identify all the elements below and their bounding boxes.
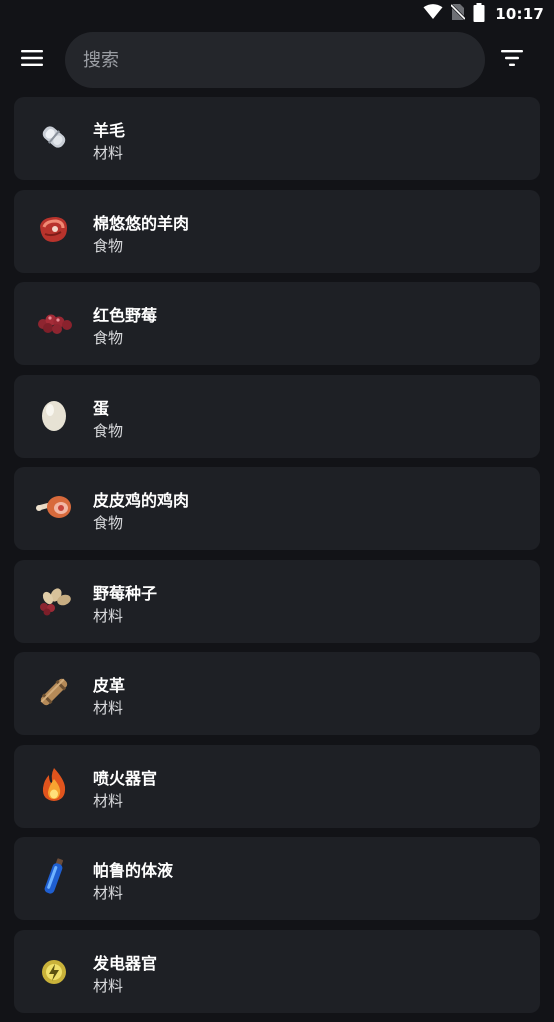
list-item[interactable]: 发电器官 材料 bbox=[14, 929, 540, 1013]
status-icons: 10:17 bbox=[423, 2, 544, 26]
electric-organ-icon bbox=[34, 950, 74, 990]
hamburger-menu-icon bbox=[21, 50, 43, 70]
item-name: 皮革 bbox=[93, 676, 126, 695]
item-category: 材料 bbox=[93, 699, 124, 717]
no-sim-icon bbox=[450, 3, 467, 25]
egg-icon bbox=[34, 395, 74, 435]
item-list: 羊毛 材料 棉悠悠的羊肉 食物 红色野莓 食物 蛋 食物 皮皮鸡的鸡肉 食物 野… bbox=[14, 97, 540, 1022]
item-name: 棉悠悠的羊肉 bbox=[93, 213, 190, 233]
status-bar: 10:17 bbox=[0, 0, 554, 28]
list-item[interactable]: 蛋 食物 bbox=[14, 374, 540, 458]
item-category: 材料 bbox=[93, 791, 124, 810]
list-item[interactable]: 帕鲁的体液 材料 bbox=[14, 837, 540, 920]
red-berries-icon bbox=[34, 302, 74, 342]
item-name: 帕鲁的体液 bbox=[93, 861, 174, 880]
mutton-icon bbox=[34, 210, 74, 250]
list-item[interactable]: 红色野莓 食物 bbox=[14, 282, 540, 365]
battery-icon bbox=[473, 2, 485, 26]
list-item[interactable]: 棉悠悠的羊肉 食物 bbox=[14, 189, 540, 273]
chicken-meat-icon bbox=[34, 487, 74, 527]
filter-button[interactable] bbox=[496, 46, 528, 74]
item-category: 材料 bbox=[93, 144, 124, 162]
menu-button[interactable] bbox=[16, 46, 48, 74]
list-item[interactable]: 喷火器官 材料 bbox=[14, 744, 540, 828]
item-category: 材料 bbox=[93, 606, 124, 625]
item-name: 蛋 bbox=[93, 398, 110, 418]
list-item[interactable]: 皮皮鸡的鸡肉 食物 bbox=[14, 467, 540, 550]
wool-icon bbox=[34, 117, 74, 157]
item-name: 野莓种子 bbox=[93, 583, 158, 603]
item-name: 红色野莓 bbox=[93, 306, 158, 325]
flame-organ-icon bbox=[34, 765, 74, 805]
search-bar[interactable] bbox=[65, 32, 485, 88]
list-item[interactable]: 羊毛 材料 bbox=[14, 97, 540, 180]
item-category: 食物 bbox=[93, 421, 124, 440]
item-category: 食物 bbox=[93, 514, 124, 532]
search-input[interactable] bbox=[65, 48, 465, 72]
list-item[interactable]: 皮革 材料 bbox=[14, 652, 540, 735]
item-name: 喷火器官 bbox=[93, 768, 158, 788]
item-category: 食物 bbox=[93, 236, 124, 255]
wifi-icon bbox=[423, 4, 443, 24]
item-name: 发电器官 bbox=[93, 953, 158, 973]
status-time: 10:17 bbox=[495, 5, 544, 23]
pal-fluid-icon bbox=[34, 857, 74, 897]
list-item[interactable]: 野莓种子 材料 bbox=[14, 559, 540, 643]
item-name: 皮皮鸡的鸡肉 bbox=[93, 491, 190, 510]
item-name: 羊毛 bbox=[93, 121, 126, 140]
item-category: 食物 bbox=[93, 329, 124, 347]
item-category: 材料 bbox=[93, 976, 124, 995]
leather-icon bbox=[34, 672, 74, 712]
filter-icon bbox=[501, 50, 523, 70]
item-category: 材料 bbox=[93, 884, 124, 902]
berry-seeds-icon bbox=[34, 580, 74, 620]
top-app-bar bbox=[0, 32, 554, 88]
